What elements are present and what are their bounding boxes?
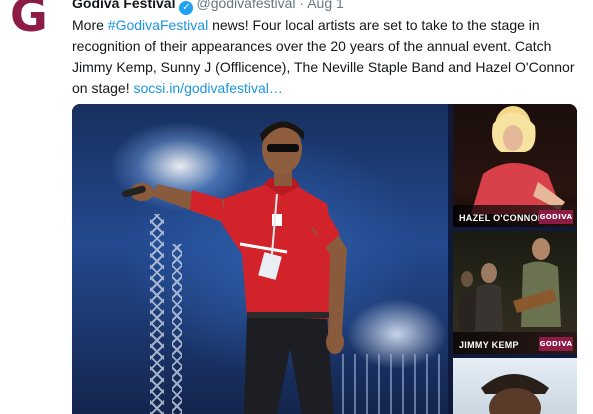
godiva-logo: GODIVA	[539, 210, 573, 224]
thumbnail-caption-bar: HAZEL O'CONNOR GODIVA	[453, 205, 577, 227]
tweet-text: More #GodivaFestival news! Four local ar…	[72, 15, 582, 99]
godiva-logo: GODIVA	[539, 337, 573, 351]
thumbnail-caption-bar: JIMMY KEMP GODIVA	[453, 332, 577, 354]
thumbnail-jimmy[interactable]: JIMMY KEMP GODIVA	[453, 231, 577, 354]
thumbnail-caption: JIMMY KEMP	[459, 340, 519, 350]
thumbnail-figure	[481, 374, 549, 414]
media-grid: HAZEL O'CONNOR GODIVA JIMMY KEMP GODIVA	[72, 104, 577, 414]
account-handle[interactable]: @godivafestival	[196, 0, 295, 11]
thumbnail-hazel[interactable]: HAZEL O'CONNOR GODIVA	[453, 104, 577, 227]
verified-badge-icon: ✓	[179, 1, 194, 15]
tweet-url-link[interactable]: socsi.in/godivafestival…	[134, 80, 283, 96]
tweet-header: Godiva Festival ✓ @godivafestival · Aug 1	[72, 0, 344, 15]
account-name[interactable]: Godiva Festival	[72, 0, 175, 11]
separator: ·	[299, 0, 305, 11]
performer-figure	[122, 121, 347, 414]
tweet-date[interactable]: Aug 1	[307, 0, 344, 11]
tweet-text-start: More	[72, 17, 108, 33]
hashtag-link[interactable]: #GodivaFestival	[108, 17, 208, 33]
avatar-logo: G	[10, 0, 48, 42]
thumbnail-neville[interactable]	[453, 358, 577, 414]
main-photo[interactable]	[72, 104, 448, 414]
thumbnail-caption: HAZEL O'CONNOR	[459, 213, 545, 223]
avatar[interactable]: G	[0, 0, 60, 42]
